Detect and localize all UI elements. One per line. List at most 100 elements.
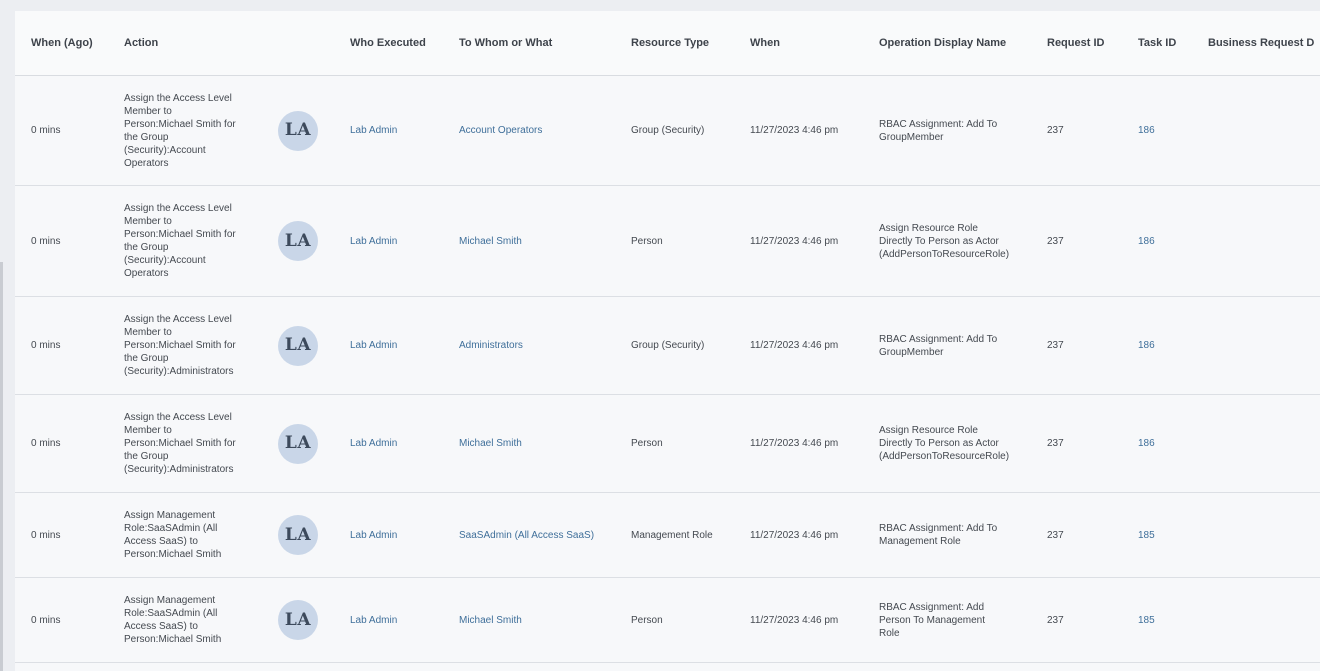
who-executed-link[interactable]: Lab Admin xyxy=(350,615,397,626)
action-line: Assign the Access Level xyxy=(124,92,232,104)
column-header-resource-type[interactable]: Resource Type xyxy=(631,11,750,76)
cell-when-ago: 0 mins xyxy=(15,75,124,186)
operation-line: GroupMember xyxy=(879,346,944,358)
cell-request-id: 237 xyxy=(1047,296,1138,395)
column-header-task-id[interactable]: Task ID xyxy=(1138,11,1208,76)
cell-task-id: 186 xyxy=(1138,296,1208,395)
cell-when: 11/27/2023 4:46 pm xyxy=(750,296,879,395)
cell-when: 11/27/2023 4:46 pm xyxy=(750,577,879,663)
table-row[interactable]: 0 mins Assign the Access Level Member to Pe… xyxy=(15,394,1320,493)
avatar[interactable]: LA xyxy=(278,221,318,261)
cell-action: Assign the Access Level Member to Person:M… xyxy=(124,185,278,297)
cell-action: Assign the Access Level Member to Person:M… xyxy=(124,296,278,395)
task-id-link[interactable]: 186 xyxy=(1138,438,1155,449)
who-executed-link[interactable]: Lab Admin xyxy=(350,530,397,541)
cell-when-ago: 0 mins xyxy=(15,185,124,297)
action-line: Access SaaS) to xyxy=(124,536,198,547)
avatar[interactable]: LA xyxy=(278,515,318,555)
action-line: the Group xyxy=(124,451,169,462)
operation-line: Role xyxy=(879,627,900,639)
cell-operation: RBAC Assignment: Add To GroupMember xyxy=(879,75,1047,186)
action-line: Role:SaaSAdmin (All xyxy=(124,608,218,619)
action-line: Operators xyxy=(124,268,169,279)
cell-when-ago: 0 mins xyxy=(15,394,124,493)
operation-line: RBAC Assignment: Add To xyxy=(879,523,998,534)
action-line: Assign the Access Level xyxy=(124,203,232,214)
cell-task-id: 186 xyxy=(1138,394,1208,493)
window-edge xyxy=(0,262,3,671)
operation-line: Directly To Person as Actor xyxy=(879,235,999,247)
task-id-link[interactable]: 185 xyxy=(1138,530,1155,541)
to-whom-link[interactable]: Administrators xyxy=(459,340,523,351)
operation-line: RBAC Assignment: Add To xyxy=(879,118,998,130)
table-row[interactable]: 0 mins Assign Management Role:SaaSAdmin (A… xyxy=(15,577,1320,663)
action-line: Person:Michael Smith xyxy=(124,634,222,645)
operation-line: Person To Management xyxy=(879,614,985,626)
task-id-link[interactable]: 185 xyxy=(1138,615,1155,626)
action-line: Member to xyxy=(124,216,172,227)
who-executed-link[interactable]: Lab Admin xyxy=(350,340,397,351)
column-header-action[interactable]: Action xyxy=(124,11,278,76)
cell-resource-type: Person xyxy=(631,394,750,493)
action-line: Access SaaS) to xyxy=(124,621,198,632)
column-header-when[interactable]: When xyxy=(750,11,879,76)
column-header-when-ago[interactable]: When (Ago) xyxy=(15,11,124,76)
action-line: (Security):Account xyxy=(124,144,206,156)
cell-task-id: 185 xyxy=(1138,577,1208,663)
cell-when: 11/27/2023 4:46 pm xyxy=(750,394,879,493)
cell-to-whom: Michael Smith xyxy=(459,577,631,663)
task-id-link[interactable]: 186 xyxy=(1138,340,1155,351)
column-header-to-whom[interactable]: To Whom or What xyxy=(459,11,631,76)
cell-who-executed: Lab Admin xyxy=(350,75,459,186)
who-executed-link[interactable]: Lab Admin xyxy=(350,438,397,449)
cell-resource-type: Person xyxy=(631,577,750,663)
avatar[interactable]: LA xyxy=(278,325,318,366)
action-line: Assign Management xyxy=(124,510,216,521)
who-executed-link[interactable]: Lab Admin xyxy=(350,125,397,136)
avatar[interactable]: LA xyxy=(278,423,318,464)
column-header-operation[interactable]: Operation Display Name xyxy=(879,11,1047,76)
table-row[interactable]: 0 mins Assign the Access Level Member to Pe… xyxy=(15,185,1320,297)
action-line: Member to xyxy=(124,105,172,117)
who-executed-link[interactable]: Lab Admin xyxy=(350,236,397,247)
column-header-request-id[interactable]: Request ID xyxy=(1047,11,1138,76)
cell-operation: Assign Resource Role Directly To Person a… xyxy=(879,185,1047,297)
task-id-link[interactable]: 186 xyxy=(1138,236,1155,247)
to-whom-link[interactable]: SaaSAdmin (All Access SaaS) xyxy=(459,530,594,541)
action-line: Person:Michael Smith xyxy=(124,549,222,560)
to-whom-link[interactable]: Michael Smith xyxy=(459,615,522,626)
cell-to-whom: Michael Smith xyxy=(459,394,631,493)
cell-task-id: 185 xyxy=(1138,492,1208,578)
column-header-avatar xyxy=(278,11,350,76)
table-row[interactable]: 0 mins Assign Management Role:SaaSAdmin (A… xyxy=(15,492,1320,578)
action-line: Person:Michael Smith for xyxy=(124,438,236,449)
table-row[interactable]: 0 mins Assign the Access Level Member to Pe… xyxy=(15,75,1320,186)
column-header-who-executed[interactable]: Who Executed xyxy=(350,11,459,76)
action-line: Person:Michael Smith for xyxy=(124,118,236,130)
to-whom-link[interactable]: Michael Smith xyxy=(459,236,522,247)
operation-line: RBAC Assignment: Add To xyxy=(879,333,998,345)
task-id-link[interactable]: 186 xyxy=(1138,125,1155,136)
cell-business-request xyxy=(1208,75,1320,186)
to-whom-link[interactable]: Account Operators xyxy=(459,125,542,136)
cell-business-request xyxy=(1208,185,1320,297)
action-line: the Group xyxy=(124,131,169,143)
avatar[interactable]: LA xyxy=(278,110,318,151)
cell-operation: RBAC Assignment: Add To Management Role xyxy=(879,492,1047,578)
action-line: Person:Michael Smith for xyxy=(124,340,236,351)
cell-request-id: 237 xyxy=(1047,394,1138,493)
cell-resource-type: Management Role xyxy=(631,492,750,578)
cell-business-request xyxy=(1208,296,1320,395)
action-line: (Security):Account xyxy=(124,255,206,266)
table-row[interactable]: 0 mins Assign the Access Level Member to Pe… xyxy=(15,296,1320,395)
cell-request-id: 237 xyxy=(1047,577,1138,663)
cell-avatar: LA xyxy=(278,75,350,186)
cell-action: Assign the Access Level Member to Person:M… xyxy=(124,75,278,186)
action-line: Member to xyxy=(124,425,172,436)
column-header-business-request[interactable]: Business Request D xyxy=(1208,11,1320,76)
cell-avatar: LA xyxy=(278,394,350,493)
to-whom-link[interactable]: Michael Smith xyxy=(459,438,522,449)
cell-to-whom: Michael Smith xyxy=(459,185,631,297)
avatar[interactable]: LA xyxy=(278,600,318,640)
cell-action: Assign Management Role:SaaSAdmin (All Acce… xyxy=(124,577,278,663)
